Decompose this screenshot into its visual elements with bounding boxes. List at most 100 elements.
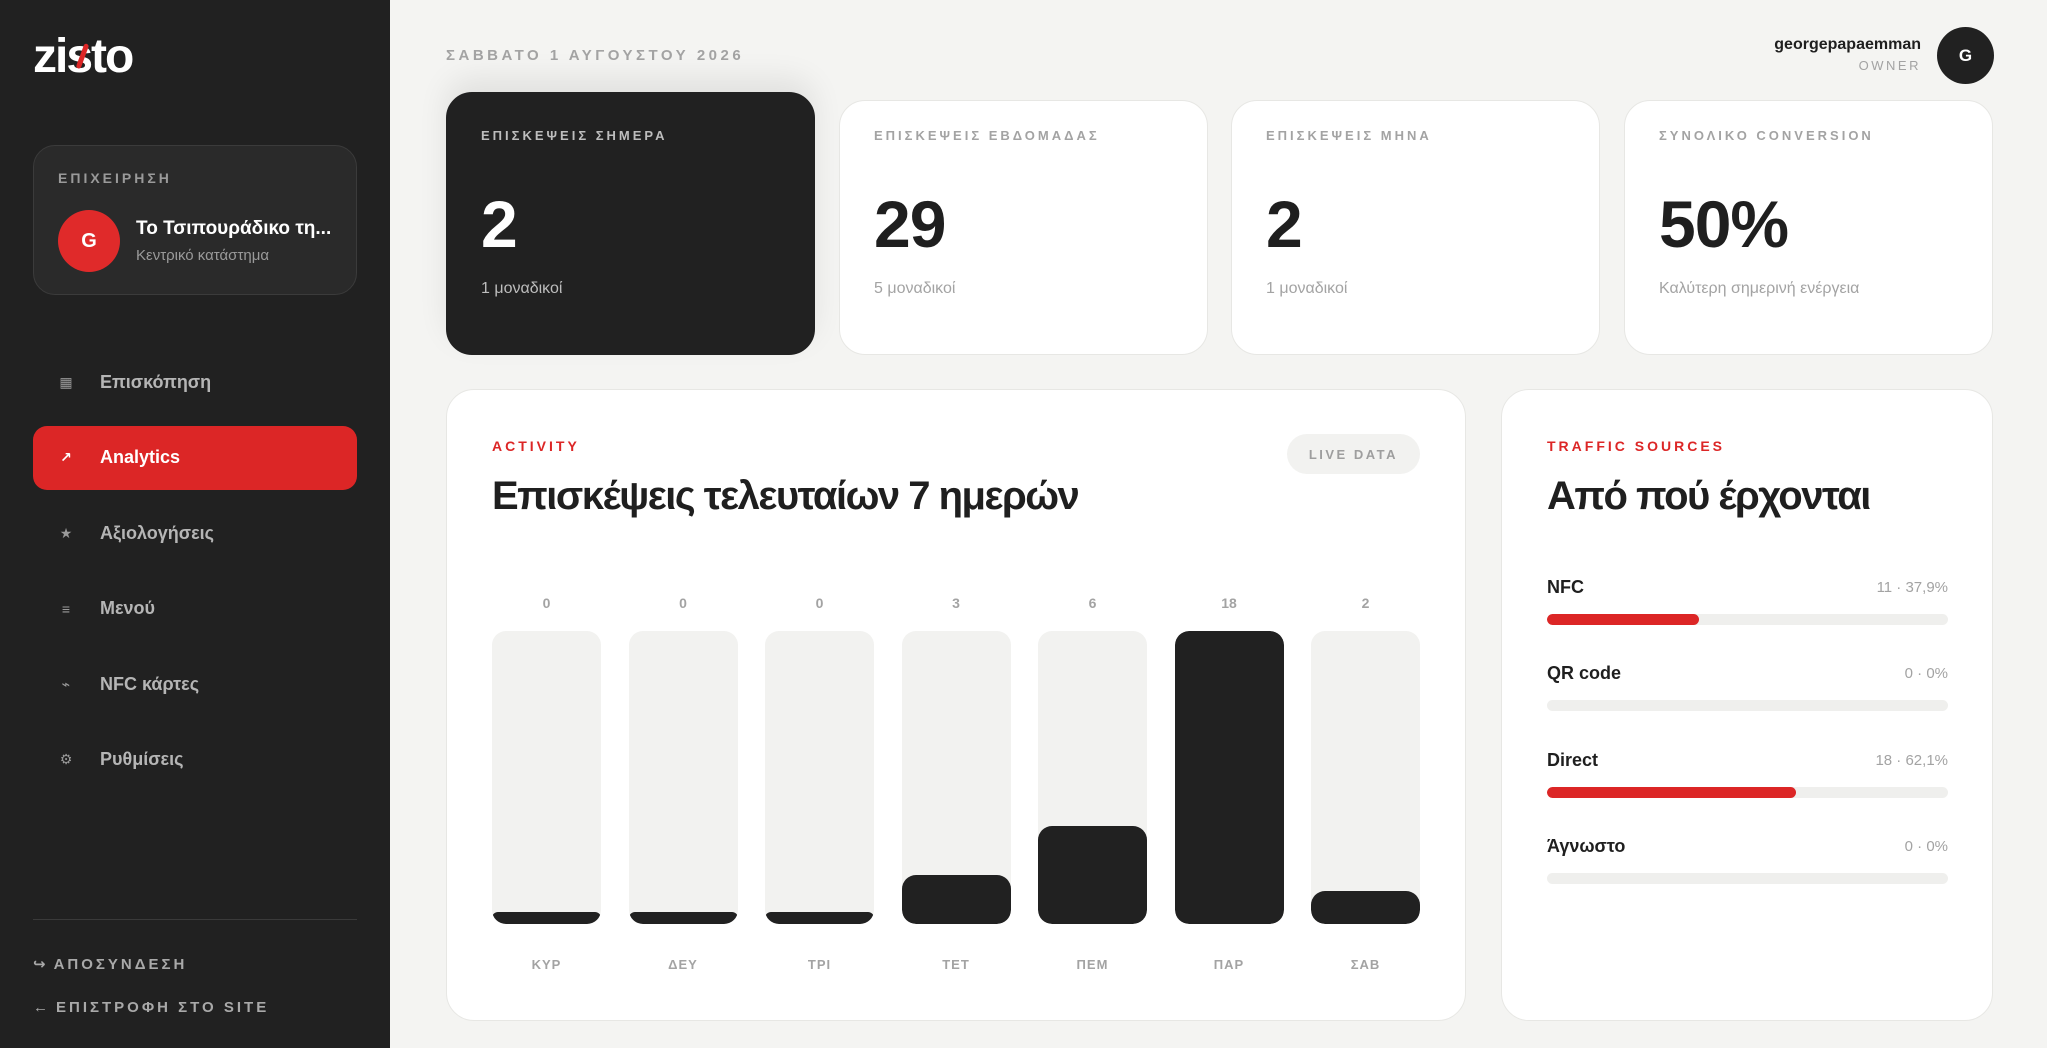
stat-label: ΕΠΙΣΚΕΨΕΙΣ ΕΒΔΟΜΑΔΑΣ (874, 128, 1100, 143)
stat-value: 2 (481, 187, 518, 261)
user-name: georgepapaemman (1774, 36, 1921, 53)
activity-bar-chart: 0 ΚΥΡ 0 ΔΕΥ 0 ΤΡΙ 3 ΤΕΤ 6 ΠΕΜ 18 ΠΑΡ 2 ΣΑΒ (492, 585, 1420, 975)
sidebar-item-menu[interactable]: ≡ Μενού (33, 577, 357, 641)
traffic-source-nfc: NFC 11 · 37,9% (1547, 577, 1948, 637)
logout-icon: ↪ (33, 956, 46, 973)
source-value: 0 · 0% (1904, 838, 1948, 855)
stat-label: ΕΠΙΣΚΕΨΕΙΣ ΜΗΝΑ (1266, 128, 1432, 143)
bar-track (901, 631, 1011, 924)
sidebar-item-analytics[interactable]: ↗ Analytics (33, 425, 357, 490)
business-label: ΕΠΙΧΕΙΡΗΣΗ (58, 170, 172, 186)
logout-link[interactable]: ↪ ΑΠΟΣΥΝΔΕΣΗ (33, 955, 187, 973)
traffic-kicker: TRAFFIC SOURCES (1547, 438, 1725, 454)
bar-track (492, 631, 601, 924)
stat-value: 50% (1659, 187, 1789, 261)
bar-column: 0 ΔΕΥ (628, 585, 738, 975)
bar-track (765, 631, 874, 924)
stat-label: ΕΠΙΣΚΕΨΕΙΣ ΣΗΜΕΡΑ (481, 128, 668, 143)
source-value: 11 · 37,9% (1876, 579, 1948, 596)
logout-label: ΑΠΟΣΥΝΔΕΣΗ (53, 956, 188, 973)
stat-label: ΣΥΝΟΛΙΚΟ CONVERSION (1659, 128, 1874, 143)
nfc-icon: ⌁ (61, 675, 71, 692)
zisto-logo[interactable]: zisto (33, 30, 213, 82)
sidebar-item-nfc-cards[interactable]: ⌁ NFC κάρτες (33, 652, 357, 716)
stat-value: 2 (1266, 187, 1303, 261)
bar-day-label: ΠΕΜ (1076, 957, 1109, 972)
sidebar-item-overview[interactable]: ▦ Επισκόπηση (33, 350, 357, 414)
bar (492, 912, 601, 924)
stat-subtext: 5 μοναδικοί (874, 280, 956, 297)
bar (765, 912, 874, 924)
bar-day-label: ΔΕΥ (668, 957, 698, 972)
sidebar-item-settings[interactable]: ⚙ Ρυθμίσεις (33, 728, 357, 792)
stat-card-today: ΕΠΙΣΚΕΨΕΙΣ ΣΗΜΕΡΑ 2 1 μοναδικοί (446, 92, 815, 355)
bar-column: 2 ΣΑΒ (1311, 585, 1420, 975)
current-date: ΣΑΒΒΑΤΟ 1 ΑΥΓΟΥΣΤΟΥ 2026 (446, 47, 745, 64)
bar-day-label: ΤΕΤ (942, 957, 970, 972)
bar-column: 18 ΠΑΡ (1174, 585, 1284, 975)
source-progress-track (1547, 787, 1948, 798)
sidebar-nav: ▦ Επισκόπηση ↗ Analytics ★ Αξιολογήσεις … (33, 350, 357, 803)
source-name: NFC (1547, 577, 1584, 597)
sidebar-item-label: Μενού (100, 598, 156, 618)
stat-card-week: ΕΠΙΣΚΕΨΕΙΣ ΕΒΔΟΜΑΔΑΣ 29 5 μοναδικοί (839, 100, 1208, 355)
traffic-source-unknown: Άγνωστο 0 · 0% (1547, 836, 1948, 896)
bar-column: 0 ΚΥΡ (492, 585, 601, 975)
bar-value-label: 6 (1088, 595, 1097, 611)
bar-column: 6 ΠΕΜ (1038, 585, 1147, 975)
stat-value: 29 (874, 187, 946, 261)
bar-track (1174, 631, 1284, 924)
stat-subtext: Καλύτερη σημερινή ενέργεια (1659, 280, 1860, 297)
activity-kicker: ACTIVITY (492, 438, 580, 454)
bar-track (1038, 631, 1147, 924)
star-icon: ★ (59, 524, 73, 541)
grid-icon: ▦ (59, 373, 73, 390)
source-name: QR code (1547, 663, 1622, 683)
traffic-source-qr: QR code 0 · 0% (1547, 663, 1948, 723)
traffic-title: Από πού έρχονται (1547, 474, 1871, 518)
bar-value-label: 0 (815, 595, 824, 611)
menu-lines-icon: ≡ (61, 600, 71, 617)
sidebar-item-label: Αξιολογήσεις (100, 522, 215, 543)
stat-subtext: 1 μοναδικοί (481, 280, 563, 297)
stat-card-month: ΕΠΙΣΚΕΨΕΙΣ ΜΗΝΑ 2 1 μοναδικοί (1231, 100, 1600, 355)
source-name: Direct (1547, 750, 1599, 770)
traffic-sources-panel: TRAFFIC SOURCES Από πού έρχονται NFC 11 … (1501, 389, 1993, 1021)
user-avatar[interactable]: G (1937, 27, 1994, 84)
sidebar-item-label: Analytics (100, 447, 181, 467)
source-progress-track (1547, 873, 1948, 884)
bar-day-label: ΠΑΡ (1213, 957, 1245, 972)
back-to-site-link[interactable]: ← ΕΠΙΣΤΡΟΦΗ ΣΤΟ SITE (33, 999, 269, 1016)
sidebar-item-label: Ρυθμίσεις (100, 749, 184, 769)
sidebar-item-label: Επισκόπηση (100, 371, 212, 392)
traffic-source-direct: Direct 18 · 62,1% (1547, 750, 1948, 810)
bar-track (1311, 631, 1420, 924)
stat-card-conversion: ΣΥΝΟΛΙΚΟ CONVERSION 50% Καλύτερη σημεριν… (1624, 100, 1993, 355)
bar-day-label: ΚΥΡ (531, 957, 562, 972)
business-selector[interactable]: ΕΠΙΧΕΙΡΗΣΗ G Το Τσιπουράδικο τη... Κεντρ… (33, 145, 357, 295)
bar (901, 875, 1011, 924)
arrow-up-right-icon: ↗ (60, 449, 72, 465)
source-progress-fill (1547, 787, 1797, 798)
bar (628, 912, 738, 924)
settings-icon: ⚙ (59, 751, 73, 767)
source-progress-track (1547, 614, 1948, 625)
source-progress-fill (1547, 614, 1699, 625)
bar (1174, 631, 1284, 924)
source-name: Άγνωστο (1547, 836, 1626, 856)
bar-track (628, 631, 738, 924)
sidebar-item-reviews[interactable]: ★ Αξιολογήσεις (33, 501, 357, 565)
sidebar-item-label: NFC κάρτες (100, 673, 200, 694)
bar-day-label: ΣΑΒ (1350, 957, 1381, 972)
arrow-left-icon: ← (33, 999, 48, 1016)
sidebar: zisto ΕΠΙΧΕΙΡΗΣΗ G Το Τσιπουράδικο τη...… (0, 0, 390, 1048)
source-progress-track (1547, 700, 1948, 711)
business-name: Το Τσιπουράδικο τη... (136, 218, 332, 239)
stat-subtext: 1 μοναδικοί (1266, 280, 1348, 297)
bar-column: 3 ΤΕΤ (901, 585, 1011, 975)
activity-title: Επισκέψεις τελευταίων 7 ημερών (492, 474, 1080, 518)
bar-value-label: 0 (542, 595, 551, 611)
back-to-site-label: ΕΠΙΣΤΡΟΦΗ ΣΤΟ SITE (56, 999, 270, 1016)
business-location: Κεντρικό κατάστημα (136, 247, 270, 264)
bar-day-label: ΤΡΙ (807, 957, 832, 972)
